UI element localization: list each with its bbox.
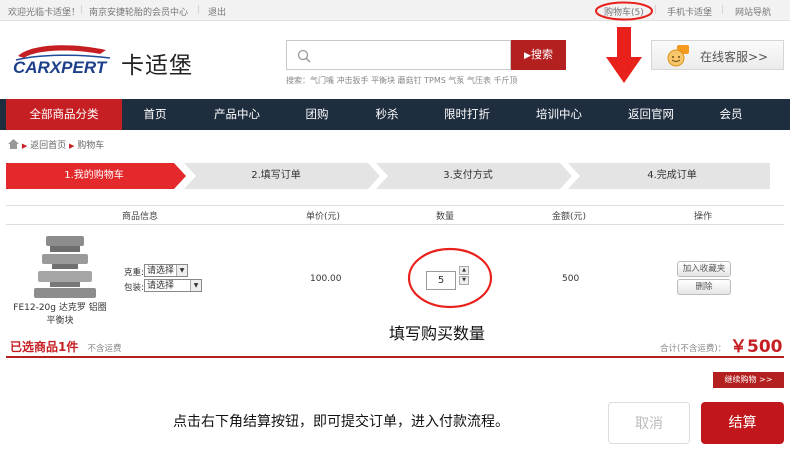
customer-service-label: 在线客服>> — [700, 50, 769, 64]
freight-note: 不含运费 — [87, 344, 122, 354]
chevron-down-icon: ▼ — [190, 280, 201, 291]
step-complete: 4.完成订单 — [647, 170, 697, 181]
chat-smiley-icon — [667, 45, 689, 67]
customer-service-button[interactable]: 在线客服>> — [651, 40, 784, 70]
cart-item-row: FE12-20g 达克罗 铝圈 平衡块 克重: 请选择 ▼ 包装: 请选择 ▼ … — [0, 224, 790, 332]
home-icon — [8, 139, 19, 149]
nav-official-site[interactable]: 返回官网 — [620, 99, 682, 130]
breadcrumb-arrow-icon: ▶ — [21, 142, 28, 150]
quantity-hint: 填写购买数量 — [389, 324, 486, 343]
site-nav-link[interactable]: 网站导航 — [735, 5, 771, 18]
delete-button[interactable]: 删除 — [677, 279, 731, 295]
summary-divider — [6, 356, 784, 358]
divider: | — [721, 5, 725, 15]
pack-label: 包装: — [124, 283, 144, 293]
hot-keywords[interactable]: 搜索：气门嘴 冲击扳手 平衡块 蘑菇钉 TPMS 气泵 气压表 千斤顶 — [286, 75, 518, 86]
mobile-link[interactable]: 手机卡适堡 — [667, 5, 712, 18]
step-fill-order: 2.填写订单 — [251, 170, 301, 181]
top-bar: 欢迎光临卡适堡！ | 南京安捷轮胎的会员中心 | 退出 购物车(5) | 手机卡… — [0, 0, 790, 21]
divider: | — [654, 5, 658, 15]
total-label: 合计(不含运费)： — [660, 344, 727, 354]
product-image[interactable] — [32, 234, 98, 300]
search-icon — [297, 49, 311, 63]
product-name[interactable]: FE12-20g 达克罗 铝圈 平衡块 — [8, 302, 112, 328]
step-payment: 3.支付方式 — [443, 170, 493, 181]
chevron-down-icon: ▼ — [176, 265, 187, 276]
col-unit-price: 单价(元) — [306, 212, 341, 222]
nav-training[interactable]: 培训中心 — [528, 99, 590, 130]
nav-home[interactable]: 首页 — [132, 99, 178, 130]
checkout-steps: 1.我的购物车 2.填写订单 3.支付方式 4.完成订单 — [6, 163, 770, 189]
breadcrumb-home[interactable]: 返回首页 — [30, 141, 66, 151]
quantity-input[interactable]: 5 — [426, 271, 456, 290]
search-button-label: 搜索 — [530, 48, 553, 61]
col-actions: 操作 — [694, 212, 713, 222]
breadcrumb-arrow-icon: ▶ — [69, 142, 75, 150]
checkout-hint: 点击右下角结算按钮，即可提交订单，进入付款流程。 — [173, 414, 509, 430]
pack-select[interactable]: 请选择 ▼ — [144, 279, 202, 292]
total-value: ￥500 — [730, 337, 783, 357]
item-amount: 500 — [562, 274, 580, 284]
unit-price: 100.00 — [310, 274, 342, 284]
brand-name: 卡适堡 — [121, 53, 193, 79]
nav-flash-sale[interactable]: 秒杀 — [364, 99, 410, 130]
logo-text: CARXPERT — [13, 58, 108, 77]
nav-discount[interactable]: 限时打折 — [436, 99, 498, 130]
site-logo[interactable]: CARXPERT — [10, 40, 114, 80]
continue-shopping-button[interactable]: 继续购物 >> — [713, 372, 784, 388]
divider: | — [80, 5, 84, 15]
arrow-down-icon — [606, 27, 642, 83]
divider: | — [197, 5, 201, 15]
summary-left: 已选商品1件 不含运费 — [10, 338, 122, 355]
breadcrumb-current: 购物车 — [77, 141, 105, 151]
search-input[interactable] — [315, 45, 509, 67]
car-logo-icon: CARXPERT — [13, 45, 111, 77]
member-center-link[interactable]: 南京安捷轮胎的会员中心 — [89, 5, 188, 18]
search-button[interactable]: ▶搜索 — [511, 40, 566, 70]
weight-label: 克重: — [124, 268, 144, 278]
cart-highlight-circle — [595, 1, 653, 21]
cancel-button[interactable]: 取消 — [608, 402, 690, 444]
logout-link[interactable]: 退出 — [208, 5, 226, 18]
quantity-decrement-button[interactable]: ▼ — [459, 276, 469, 285]
main-nav: 全部商品分类 首页 产品中心 团购 秒杀 限时打折 培训中心 返回官网 会员 — [0, 99, 790, 130]
search-input-wrap[interactable] — [286, 40, 511, 70]
welcome-text: 欢迎光临卡适堡！ — [8, 8, 81, 18]
breadcrumb: ▶ 返回首页 ▶ 购物车 — [8, 138, 104, 151]
weight-select-value: 请选择 — [147, 266, 175, 276]
step-cart: 1.我的购物车 — [64, 170, 124, 181]
nav-member[interactable]: 会员 — [708, 99, 754, 130]
weight-select[interactable]: 请选择 ▼ — [144, 264, 188, 277]
cart-table-header: 商品信息 单价(元) 数量 金额(元) 操作 — [6, 205, 784, 225]
nav-all-categories[interactable]: 全部商品分类 — [6, 99, 122, 130]
nav-products[interactable]: 产品中心 — [206, 99, 268, 130]
nav-group-buy[interactable]: 团购 — [294, 99, 340, 130]
pack-select-value: 请选择 — [147, 281, 175, 291]
selected-count: 已选商品1件 — [10, 340, 79, 354]
checkout-button[interactable]: 结算 — [701, 402, 784, 444]
col-quantity: 数量 — [436, 212, 455, 222]
search-button-icon: ▶ — [524, 51, 531, 61]
add-favorite-button[interactable]: 加入收藏夹 — [677, 261, 731, 277]
col-product-info: 商品信息 — [122, 212, 159, 222]
quantity-increment-button[interactable]: ▲ — [459, 266, 469, 275]
col-amount: 金额(元) — [552, 212, 587, 222]
